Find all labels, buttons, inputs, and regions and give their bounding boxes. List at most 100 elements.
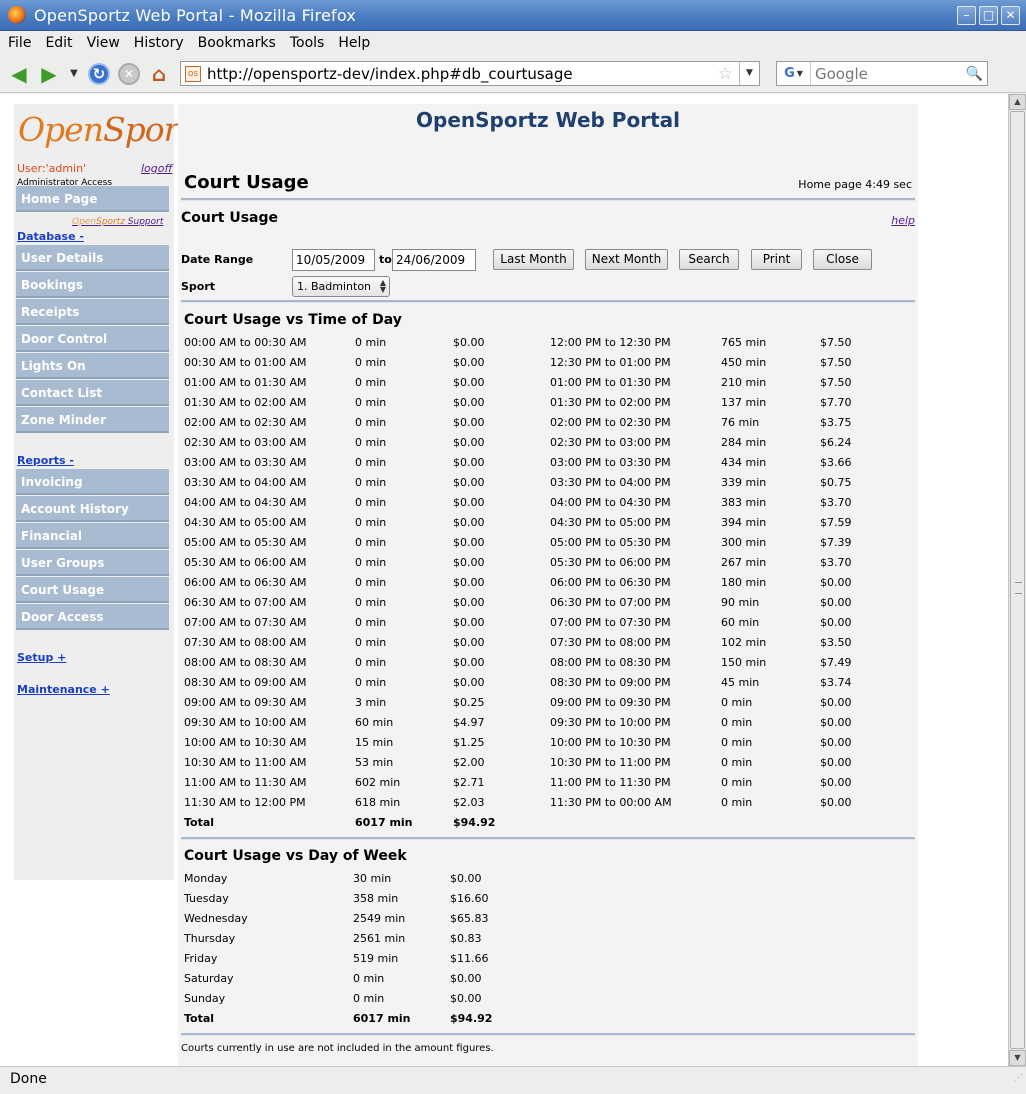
cell-r-min: 76 min bbox=[721, 416, 760, 429]
user-label: User:'admin' bbox=[17, 162, 87, 175]
resize-grip-icon[interactable]: ⋰ bbox=[1013, 1067, 1023, 1091]
last-month-button[interactable]: Last Month bbox=[493, 249, 574, 270]
cell-l-min: 602 min bbox=[355, 776, 401, 789]
cell-l-min: 0 min bbox=[355, 536, 387, 549]
cell-r-amt: $0.00 bbox=[820, 776, 852, 789]
maintenance-section-link[interactable]: Maintenance + bbox=[17, 683, 110, 696]
site-favicon-icon: os bbox=[185, 65, 201, 82]
page-viewport: OpenSportz User:'admin' logoff Administr… bbox=[0, 94, 1008, 1066]
sidebar-item-user-groups[interactable]: User Groups bbox=[16, 550, 169, 576]
cell-r-min: 180 min bbox=[721, 576, 767, 589]
sidebar-item-account-history[interactable]: Account History bbox=[16, 496, 169, 522]
scroll-down-arrow-icon[interactable]: ▼ bbox=[1009, 1050, 1026, 1066]
cell-r-min: 0 min bbox=[721, 696, 753, 709]
scroll-up-arrow-icon[interactable]: ▲ bbox=[1009, 94, 1026, 110]
firefox-icon bbox=[8, 6, 26, 24]
forward-arrow-icon[interactable]: ▶ bbox=[38, 62, 60, 86]
support-link[interactable]: OpenSportz Support bbox=[72, 217, 163, 227]
sidebar-item-user-details[interactable]: User Details bbox=[16, 245, 169, 271]
cell-r-amt: $3.70 bbox=[820, 556, 852, 569]
sidebar-item-financial[interactable]: Financial bbox=[16, 523, 169, 549]
sidebar-item-lights-on[interactable]: Lights On bbox=[16, 353, 169, 379]
sidebar-item-court-usage[interactable]: Court Usage bbox=[16, 577, 169, 603]
url-text[interactable]: http://opensportz-dev/index.php#db_court… bbox=[207, 65, 718, 83]
divider bbox=[181, 1033, 915, 1036]
back-arrow-icon[interactable]: ◀ bbox=[8, 62, 30, 86]
cell-l-amt: $0.00 bbox=[453, 676, 485, 689]
cell-l-slot: 02:30 AM to 03:00 AM bbox=[184, 436, 307, 449]
cell-r-amt: $7.59 bbox=[820, 516, 852, 529]
close-window-button[interactable]: ✕ bbox=[1001, 5, 1020, 25]
setup-section-link[interactable]: Setup + bbox=[17, 651, 66, 664]
navigation-toolbar: ◀ ▶ ▼ ↻ ✕ ⌂ os http://opensportz-dev/ind… bbox=[0, 55, 1026, 93]
cell-r-amt: $0.00 bbox=[820, 796, 852, 809]
cell-l-slot: 10:00 AM to 10:30 AM bbox=[184, 736, 307, 749]
cell-day: Thursday bbox=[184, 932, 236, 945]
sidebar-item-invoicing[interactable]: Invoicing bbox=[16, 469, 169, 495]
search-button[interactable]: Search bbox=[679, 249, 739, 270]
cell-l-min: 0 min bbox=[355, 556, 387, 569]
menu-file[interactable]: File bbox=[0, 35, 37, 51]
date-to-input[interactable] bbox=[392, 249, 476, 271]
search-input[interactable] bbox=[811, 63, 966, 84]
cell-r-amt: $0.00 bbox=[820, 736, 852, 749]
help-link[interactable]: help bbox=[891, 214, 915, 227]
menu-help[interactable]: Help bbox=[330, 35, 376, 51]
reload-icon[interactable]: ↻ bbox=[88, 62, 110, 85]
cell-r-amt: $7.39 bbox=[820, 536, 852, 549]
cell-l-min: 0 min bbox=[355, 396, 387, 409]
stop-icon[interactable]: ✕ bbox=[118, 62, 140, 85]
sidebar-item-contact-list[interactable]: Contact List bbox=[16, 380, 169, 406]
home-icon[interactable]: ⌂ bbox=[148, 62, 170, 86]
history-dropdown-icon[interactable]: ▼ bbox=[68, 63, 80, 85]
cell-r-min: 383 min bbox=[721, 496, 767, 509]
cell-r-min: 394 min bbox=[721, 516, 767, 529]
cell-r-slot: 09:30 PM to 10:00 PM bbox=[550, 716, 671, 729]
vertical-scrollbar[interactable]: ▲ ▼ bbox=[1008, 94, 1026, 1066]
cell-l-slot: 04:30 AM to 05:00 AM bbox=[184, 516, 307, 529]
cell-amount: $0.00 bbox=[450, 872, 482, 885]
minimize-button[interactable]: – bbox=[957, 5, 976, 25]
database-section-link[interactable]: Database - bbox=[17, 230, 84, 243]
search-icon[interactable]: 🔍 bbox=[966, 66, 983, 82]
menu-bookmarks[interactable]: Bookmarks bbox=[190, 35, 282, 51]
maximize-button[interactable]: □ bbox=[979, 5, 998, 25]
sidebar-item-door-control[interactable]: Door Control bbox=[16, 326, 169, 352]
logoff-link[interactable]: logoff bbox=[141, 162, 172, 175]
sidebar-item-receipts[interactable]: Receipts bbox=[16, 299, 169, 325]
search-bar[interactable]: G▼ 🔍 bbox=[776, 61, 988, 86]
menu-view[interactable]: View bbox=[79, 35, 126, 51]
total-minutes: 6017 min bbox=[353, 1012, 411, 1025]
cell-r-min: 0 min bbox=[721, 756, 753, 769]
cell-r-amt: $0.00 bbox=[820, 596, 852, 609]
sidebar-item-home-page[interactable]: Home Page bbox=[16, 186, 169, 212]
menu-tools[interactable]: Tools bbox=[282, 35, 331, 51]
cell-r-amt: $0.00 bbox=[820, 576, 852, 589]
date-from-input[interactable] bbox=[292, 249, 375, 271]
scrollbar-thumb[interactable] bbox=[1010, 111, 1025, 1049]
sidebar-item-zone-minder[interactable]: Zone Minder bbox=[16, 407, 169, 433]
print-button[interactable]: Print bbox=[751, 249, 802, 270]
reports-section-link[interactable]: Reports - bbox=[17, 454, 74, 467]
next-month-button[interactable]: Next Month bbox=[585, 249, 668, 270]
menu-edit[interactable]: Edit bbox=[37, 35, 78, 51]
cell-r-min: 45 min bbox=[721, 676, 760, 689]
url-bar[interactable]: os http://opensportz-dev/index.php#db_co… bbox=[180, 61, 760, 86]
cell-l-min: 53 min bbox=[355, 756, 394, 769]
cell-amount: $0.83 bbox=[450, 932, 482, 945]
search-engine-selector[interactable]: G ▼ bbox=[777, 62, 811, 85]
sidebar-item-door-access[interactable]: Door Access bbox=[16, 604, 169, 630]
page-timing: Home page 4:49 sec bbox=[798, 178, 912, 191]
cell-l-min: 0 min bbox=[355, 516, 387, 529]
cell-day: Friday bbox=[184, 952, 218, 965]
cell-r-slot: 07:00 PM to 07:30 PM bbox=[550, 616, 671, 629]
cell-l-slot: 04:00 AM to 04:30 AM bbox=[184, 496, 307, 509]
cell-r-amt: $7.50 bbox=[820, 356, 852, 369]
url-dropdown-icon[interactable]: ▼ bbox=[739, 62, 759, 85]
sidebar-item-bookings[interactable]: Bookings bbox=[16, 272, 169, 298]
sport-select[interactable]: 1. Badminton ▲ ▼ bbox=[292, 276, 390, 297]
close-button[interactable]: Close bbox=[813, 249, 872, 270]
menu-history[interactable]: History bbox=[126, 35, 190, 51]
cell-r-slot: 12:00 PM to 12:30 PM bbox=[550, 336, 671, 349]
bookmark-star-icon[interactable]: ☆ bbox=[718, 64, 733, 84]
